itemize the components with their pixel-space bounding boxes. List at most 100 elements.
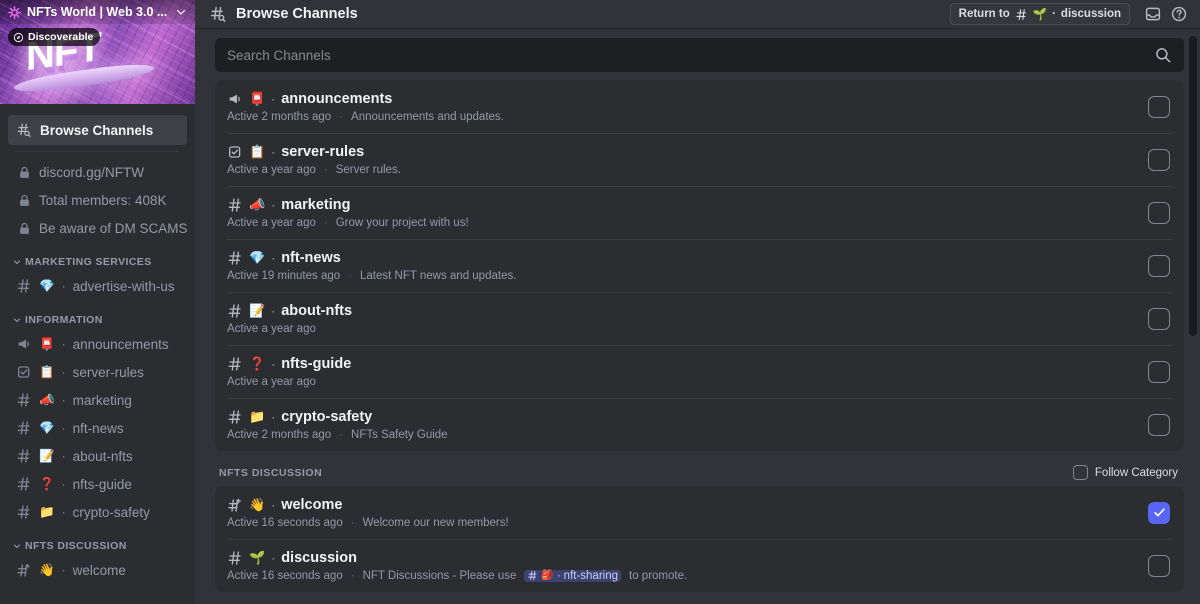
sidebar-channel-label: advertise-with-us	[72, 278, 175, 294]
channel-row-content: 📮 · announcements Active 2 months ago · Annou…	[227, 91, 1148, 123]
channel-meta: Active a year ago	[227, 323, 1148, 335]
channel-separator: ·	[271, 91, 276, 106]
channel-separator: ·	[271, 497, 276, 512]
hash-thread-icon	[228, 498, 241, 512]
sidebar-info-row[interactable]: discord.gg/NFTW	[8, 158, 187, 186]
hash-icon	[228, 250, 241, 265]
channel-title: 📋 · server-rules	[227, 144, 1148, 160]
sidebar-info-row[interactable]: Total members: 408K	[8, 186, 187, 214]
follow-category-checkbox[interactable]	[1072, 465, 1088, 480]
sidebar-body: Browse Channels discord.gg/NFTW Total mem…	[0, 104, 195, 584]
hash-icon	[528, 570, 537, 581]
sidebar-category-header[interactable]: INFORMATION	[6, 300, 189, 330]
channel-row-discussion[interactable]: 🌱 · discussion Active 16 seconds ago · NFT Di…	[215, 539, 1184, 592]
sidebar-info-label: discord.gg/NFTW	[39, 164, 145, 180]
search-channels-box[interactable]: Search Channels	[215, 38, 1184, 72]
channel-separator: ·	[271, 550, 276, 565]
channel-emoji: 📣	[39, 392, 55, 407]
server-header[interactable]: NFTs World | Web 3.0 ...	[0, 0, 195, 24]
channel-follow-checkbox[interactable]	[1148, 307, 1170, 330]
sidebar-category-header[interactable]: NFTS DISCUSSION	[6, 526, 189, 556]
channel-separator: ·	[61, 477, 66, 491]
search-placeholder: Search Channels	[227, 47, 331, 63]
search-area: Search Channels	[195, 28, 1200, 80]
channel-topic: Grow your project with us!	[335, 216, 469, 229]
channel-title: 📝 · about-nfts	[227, 303, 1148, 319]
channel-row-server-rules[interactable]: 📋 · server-rules Active a year ago · Server r…	[215, 133, 1184, 186]
channel-meta: Active 2 months ago · NFTs Safety Guide	[227, 429, 1148, 441]
channel-topic: NFTs Safety Guide	[351, 428, 448, 441]
inbox-icon	[1145, 7, 1161, 21]
sidebar-item-browse-channels[interactable]: Browse Channels	[8, 115, 187, 145]
browse-channels-icon	[210, 6, 226, 22]
return-to-channel-button[interactable]: Return to 🌱 · discussion	[949, 3, 1130, 25]
channel-scroll-area[interactable]: 📮 · announcements Active 2 months ago · Annou…	[195, 80, 1200, 604]
channel-follow-checkbox[interactable]	[1148, 148, 1170, 171]
mention-emoji: 🎒	[541, 570, 554, 581]
hash-icon	[16, 476, 32, 492]
channel-follow-checkbox[interactable]	[1148, 360, 1170, 383]
sidebar-channel-label: server-rules	[72, 364, 144, 380]
chevron-down-icon[interactable]	[175, 6, 187, 18]
channel-separator: ·	[61, 279, 66, 293]
sidebar-item-about-nfts[interactable]: 📝 · about-nfts	[8, 442, 187, 470]
follow-category-control[interactable]: Follow Category	[1072, 465, 1178, 480]
channel-row-about-nfts[interactable]: 📝 · about-nfts Active a year ago	[215, 292, 1184, 345]
sidebar-item-crypto-safety[interactable]: 📁 · crypto-safety	[8, 498, 187, 526]
chevron-down-icon[interactable]	[12, 315, 22, 325]
channel-separator: ·	[271, 250, 276, 265]
search-icon[interactable]	[1154, 46, 1172, 64]
sidebar-channel-label: nft-news	[72, 420, 124, 436]
chevron-down-icon[interactable]	[12, 257, 22, 267]
channel-emoji: 📮	[249, 91, 266, 106]
channel-title: 📣 · marketing	[227, 197, 1148, 213]
channel-mention-pill[interactable]: 🎒 · nft-sharing	[524, 569, 622, 582]
sidebar-item-announcements[interactable]: 📮 · announcements	[8, 330, 187, 358]
channel-row-nfts-guide[interactable]: ❓ · nfts-guide Active a year ago	[215, 345, 1184, 398]
announcement-icon	[16, 336, 32, 352]
sidebar-item-advertise-with-us[interactable]: 💎 · advertise-with-us	[8, 272, 187, 300]
hash-icon	[17, 279, 30, 293]
sidebar-item-marketing[interactable]: 📣 · marketing	[8, 386, 187, 414]
channel-row-marketing[interactable]: 📣 · marketing Active a year ago · Grow your p…	[215, 186, 1184, 239]
help-button[interactable]	[1168, 3, 1190, 25]
chevron-down-icon[interactable]	[12, 541, 22, 551]
channel-follow-checkbox[interactable]	[1148, 413, 1170, 436]
channel-title: 📁 · crypto-safety	[227, 409, 1148, 425]
banner-plinth	[14, 60, 154, 96]
lock-icon	[19, 194, 29, 206]
channel-row-crypto-safety[interactable]: 📁 · crypto-safety Active 2 months ago · NFTs …	[215, 398, 1184, 451]
sidebar-item-server-rules[interactable]: 📋 · server-rules	[8, 358, 187, 386]
channel-emoji: 📋	[249, 144, 266, 159]
inbox-button[interactable]	[1142, 3, 1164, 25]
channel-follow-checkbox[interactable]	[1148, 501, 1170, 524]
channel-follow-checkbox[interactable]	[1148, 554, 1170, 577]
sidebar-item-nft-news[interactable]: 💎 · nft-news	[8, 414, 187, 442]
channel-row-nft-news[interactable]: 💎 · nft-news Active 19 minutes ago · Latest N…	[215, 239, 1184, 292]
top-bar: Browse Channels Return to 🌱 · discussion	[195, 0, 1200, 28]
vertical-scrollbar[interactable]	[1189, 36, 1197, 336]
channel-emoji: 📝	[249, 303, 266, 318]
channel-emoji: 📁	[249, 409, 266, 424]
sidebar-item-nfts-guide[interactable]: ❓ · nfts-guide	[8, 470, 187, 498]
channel-row-announcements[interactable]: 📮 · announcements Active 2 months ago · Annou…	[215, 80, 1184, 133]
channel-title: ❓ · nfts-guide	[227, 356, 1148, 372]
channel-follow-checkbox[interactable]	[1148, 254, 1170, 277]
channel-emoji: ❓	[39, 476, 55, 491]
channel-activity: Active 2 months ago	[227, 110, 332, 123]
channel-follow-checkbox[interactable]	[1148, 201, 1170, 224]
channel-activity: Active 16 seconds ago	[227, 569, 343, 582]
channel-name: server-rules	[281, 143, 365, 160]
sidebar-item-welcome[interactable]: 👋 · welcome	[8, 556, 187, 584]
hash-icon	[228, 356, 241, 371]
sidebar-info-list: discord.gg/NFTW Total members: 408K Be awa…	[6, 158, 189, 242]
channel-follow-checkbox[interactable]	[1148, 95, 1170, 118]
sidebar-category-header[interactable]: MARKETING SERVICES	[6, 242, 189, 272]
return-channel-sep: ·	[1052, 8, 1056, 20]
hash-thread-icon	[16, 562, 32, 578]
page-title: Browse Channels	[236, 6, 358, 22]
sidebar-info-row[interactable]: Be aware of DM SCAMS!	[8, 214, 187, 242]
channel-row-welcome[interactable]: 👋 · welcome Active 16 seconds ago · Welcome o…	[215, 486, 1184, 539]
channel-name: crypto-safety	[281, 408, 373, 425]
category-name: NFTS DISCUSSION	[219, 466, 323, 479]
